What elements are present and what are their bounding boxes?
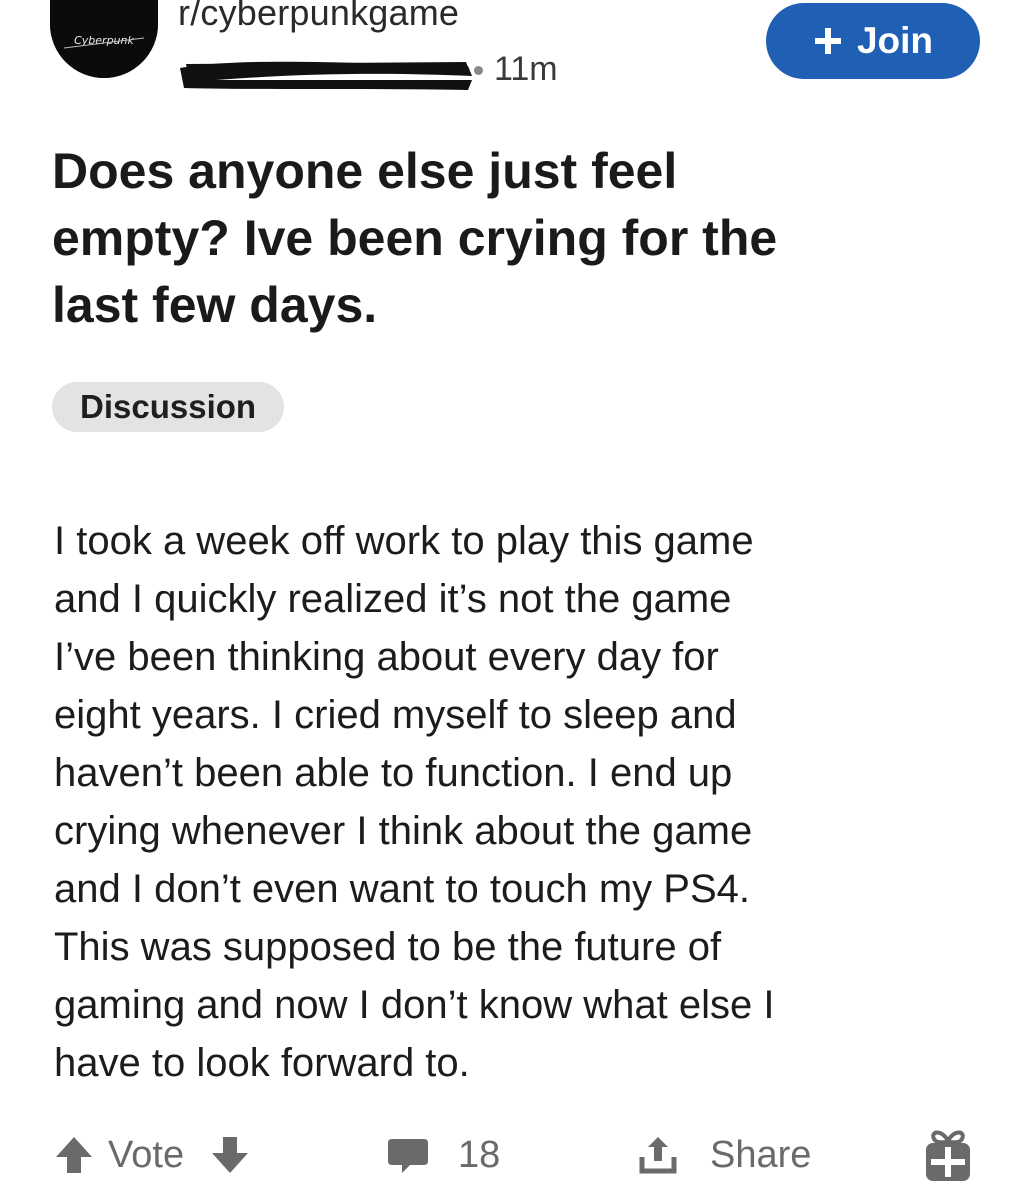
body-line: I took a week off work to play this game xyxy=(54,519,754,563)
body-line: This was supposed to be the future of xyxy=(54,925,722,969)
body-line: and I quickly realized it’s not the game xyxy=(54,577,732,621)
join-button[interactable]: Join xyxy=(766,3,980,79)
plus-icon xyxy=(814,28,841,54)
subreddit-name[interactable]: r/cyberpunkgame xyxy=(178,0,459,34)
share-button[interactable]: Share xyxy=(636,1120,811,1190)
body-line: I’ve been thinking about every day for xyxy=(54,635,719,679)
post-time: 11m xyxy=(494,50,558,88)
upvote-button[interactable] xyxy=(52,1120,96,1190)
post-card: Cyberpunk r/cyberpunkgame 11m Join Does … xyxy=(0,0,1034,1200)
arrow-up-icon xyxy=(56,1137,92,1173)
redacted-username-scribble xyxy=(180,61,472,90)
post-body: I took a week off work to play this game… xyxy=(54,512,1004,1092)
post-title[interactable]: Does anyone else just feel empty? Ive be… xyxy=(52,138,1002,339)
title-line: empty? Ive been crying for the xyxy=(52,210,778,266)
post-action-bar: Vote 18 Share xyxy=(0,1120,1034,1190)
body-line: haven’t been able to function. I end up xyxy=(54,751,733,795)
body-line: and I don’t even want to touch my PS4. xyxy=(54,867,750,911)
arrow-down-icon xyxy=(212,1137,248,1173)
downvote-button[interactable] xyxy=(208,1120,252,1190)
post-flair[interactable]: Discussion xyxy=(52,382,285,432)
title-line: Does anyone else just feel xyxy=(52,143,678,199)
award-button[interactable] xyxy=(918,1120,978,1190)
comment-bubble-icon xyxy=(388,1139,428,1173)
vote-label: Vote xyxy=(108,1133,185,1176)
body-line: have to look forward to. xyxy=(54,1041,470,1085)
title-line: last few days. xyxy=(52,277,378,333)
body-line: crying whenever I think about the game xyxy=(54,809,753,853)
comments-button[interactable]: 18 xyxy=(386,1120,500,1190)
join-label: Join xyxy=(856,20,934,61)
subreddit-avatar[interactable]: Cyberpunk xyxy=(50,0,158,78)
body-line: gaming and now I don’t know what else I xyxy=(54,983,775,1027)
gift-award-icon xyxy=(926,1130,970,1181)
comment-count: 18 xyxy=(458,1133,501,1176)
cyberpunk-logo-icon: Cyberpunk xyxy=(50,0,158,78)
share-label: Share xyxy=(710,1133,812,1176)
share-icon xyxy=(639,1137,677,1174)
body-line: eight years. I cried myself to sleep and xyxy=(54,693,737,737)
separator-dot xyxy=(474,66,483,75)
